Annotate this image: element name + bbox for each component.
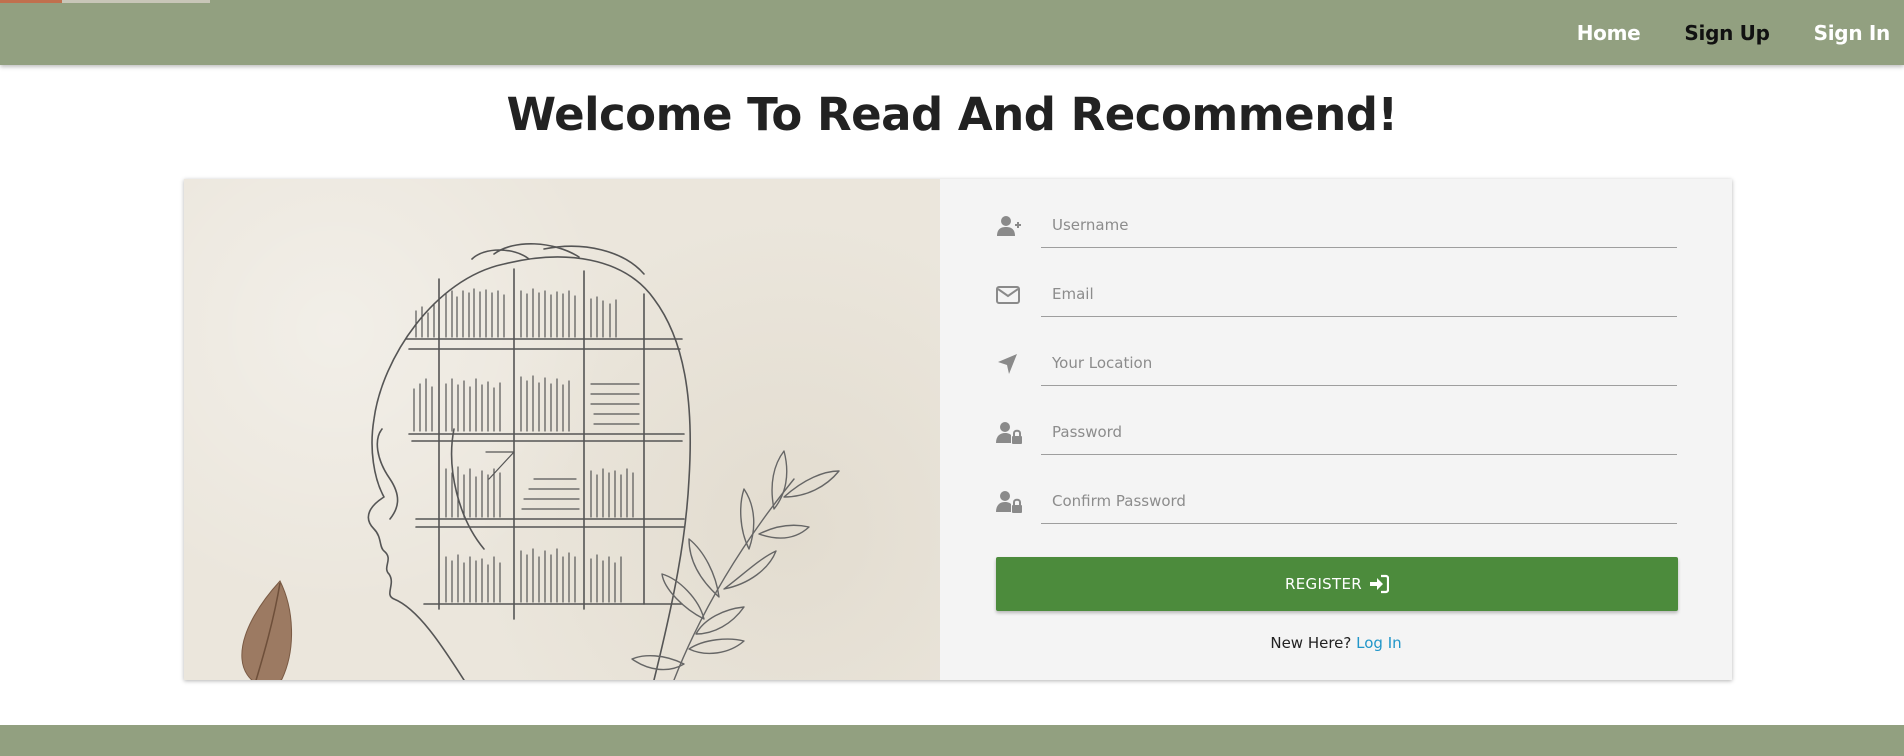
confirm-password-field [995,478,1677,526]
page-title: Welcome To Read And Recommend! [506,88,1398,141]
user-lock-icon [996,491,1022,513]
username-field [995,202,1677,250]
bookshelf-head-illustration [184,179,940,680]
nav-signup-link[interactable]: Sign Up [1672,21,1781,45]
nav-signin-link[interactable]: Sign In [1802,21,1904,45]
location-input[interactable] [1041,340,1677,386]
login-prompt: New Here? Log In [940,634,1732,652]
signup-card: REGISTER New Here? Log In [184,179,1732,680]
login-prompt-text: New Here? [1270,634,1352,652]
envelope-icon [996,286,1020,304]
login-link[interactable]: Log In [1356,634,1402,652]
brand-logo[interactable] [0,0,210,3]
password-field [995,409,1677,457]
location-arrow-icon [998,354,1017,374]
register-button[interactable]: REGISTER [996,557,1678,611]
nav-menu: Home Sign Up Sign In [1545,0,1904,65]
sign-in-icon [1369,574,1389,594]
email-input[interactable] [1041,271,1677,317]
leaf-icon [241,580,293,680]
location-field [995,340,1677,388]
footer-bar [0,725,1904,756]
register-button-label: REGISTER [1285,575,1362,593]
password-input[interactable] [1041,409,1677,455]
top-navbar: Home Sign Up Sign In [0,0,1904,65]
username-input[interactable] [1041,202,1677,248]
nav-home-link[interactable]: Home [1565,21,1653,45]
register-form: REGISTER New Here? Log In [940,179,1732,680]
confirm-password-input[interactable] [1041,478,1677,524]
user-plus-icon [997,216,1021,236]
email-field [995,271,1677,319]
user-lock-icon [996,422,1022,444]
